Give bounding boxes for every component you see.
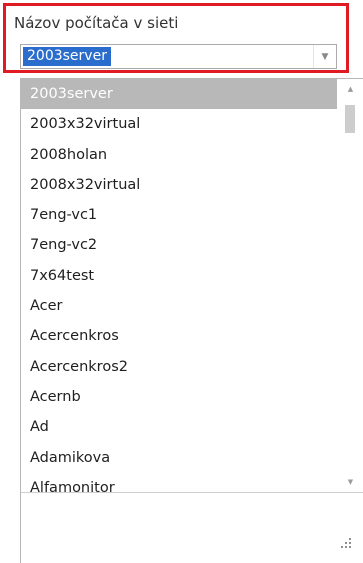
scroll-up-icon[interactable]: ▲ xyxy=(339,81,362,97)
list-item-selected[interactable]: 2003server xyxy=(21,79,337,110)
list-item[interactable]: 7x64test xyxy=(21,261,337,291)
list-item[interactable]: Adamikova xyxy=(21,443,337,473)
chevron-down-icon[interactable]: ▼ xyxy=(313,45,336,68)
list-item[interactable]: Acer xyxy=(21,291,337,321)
list-item[interactable]: Ad xyxy=(21,412,337,442)
computer-name-picker: Názov počítača v sieti 2003server ▼ 2003… xyxy=(0,0,363,563)
vertical-scrollbar[interactable]: ▲ ▼ xyxy=(339,79,362,492)
list-item[interactable]: Acernb xyxy=(21,382,337,412)
list-item[interactable]: 7eng-vc2 xyxy=(21,230,337,260)
list-item[interactable]: 7eng-vc1 xyxy=(21,200,337,230)
scroll-thumb[interactable] xyxy=(345,105,355,133)
dropdown-items: 2003server 2003x32virtual 2008holan 2008… xyxy=(21,79,337,503)
list-item[interactable]: 2003x32virtual xyxy=(21,109,337,139)
list-item[interactable]: Acercenkros2 xyxy=(21,352,337,382)
list-item[interactable]: 2008x32virtual xyxy=(21,170,337,200)
combobox-selected-value[interactable]: 2003server xyxy=(23,47,111,66)
computer-name-label: Názov počítača v sieti xyxy=(14,14,179,32)
list-item[interactable]: Acercenkros xyxy=(21,321,337,351)
resize-grip-icon[interactable] xyxy=(341,538,353,550)
list-item[interactable]: 2008holan xyxy=(21,140,337,170)
computer-name-combobox[interactable]: 2003server ▼ xyxy=(20,44,337,69)
scroll-down-icon[interactable]: ▼ xyxy=(339,474,362,490)
dropdown-footer xyxy=(21,492,363,563)
computer-name-dropdown-list[interactable]: 2003server 2003x32virtual 2008holan 2008… xyxy=(20,78,363,563)
